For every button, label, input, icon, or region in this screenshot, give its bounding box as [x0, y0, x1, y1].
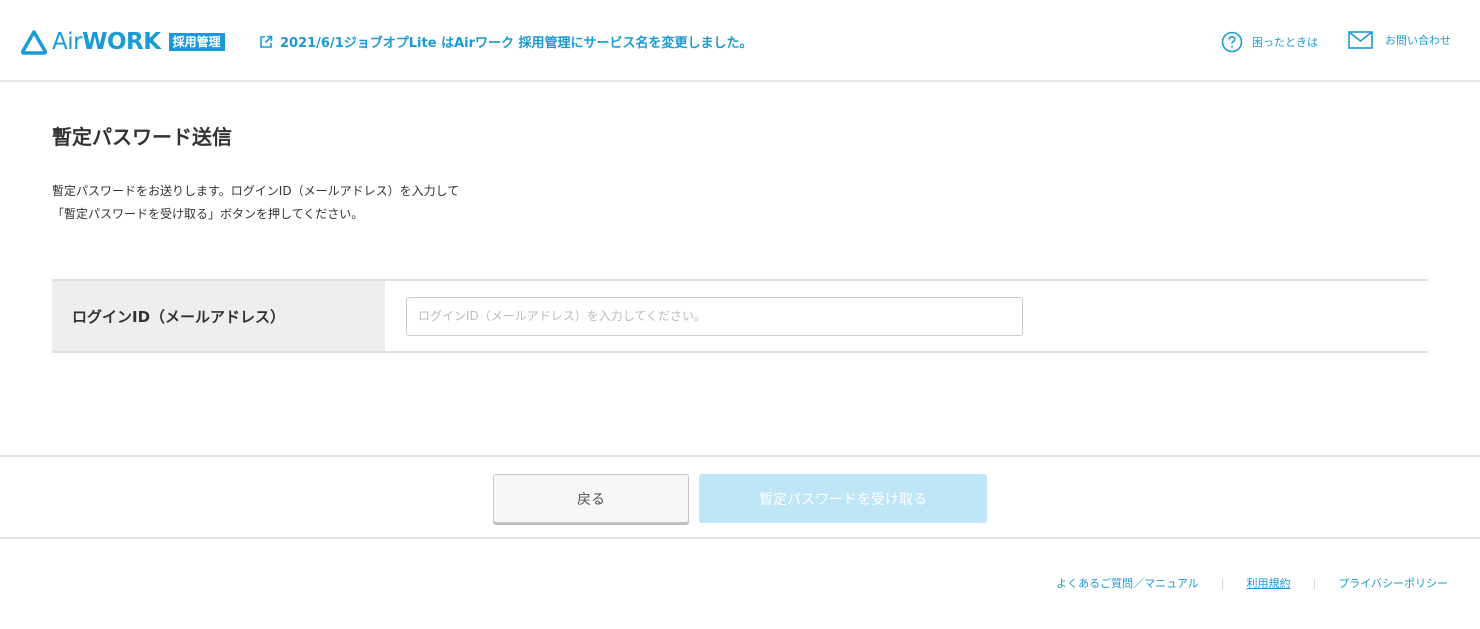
login-id-field-cell — [385, 281, 1428, 351]
receive-temporary-password-button[interactable]: 暫定パスワードを受け取る — [699, 474, 987, 523]
back-button[interactable]: 戻る — [493, 474, 689, 523]
footer-separator: | — [1220, 576, 1225, 590]
description-line: 暫定パスワードをお送りします。ログインID（メールアドレス）を入力して — [52, 184, 460, 198]
footer-links: よくあるご質問／マニュアル | 利用規約 | プライバシーポリシー — [1056, 575, 1448, 591]
action-bar: 戻る 暫定パスワードを受け取る — [0, 455, 1480, 539]
login-id-form-row: ログインID（メールアドレス） — [52, 279, 1428, 353]
contact-label: お問い合わせ — [1385, 34, 1451, 47]
login-id-input[interactable] — [406, 296, 1023, 336]
service-rename-notice-link[interactable]: 2021/6/1ジョブオプLite はAirワーク 採用管理にサービス名を変更し… — [259, 32, 753, 51]
privacy-policy-link[interactable]: プライバシーポリシー — [1338, 575, 1448, 591]
login-id-label: ログインID（メールアドレス） — [52, 281, 385, 351]
envelope-icon — [1348, 31, 1373, 49]
logo-triangle-icon — [20, 30, 48, 55]
contact-link[interactable]: お問い合わせ — [1348, 31, 1451, 49]
footer-separator: | — [1312, 576, 1317, 590]
faq-manual-link[interactable]: よくあるご質問／マニュアル — [1056, 575, 1199, 591]
notice-text: 2021/6/1ジョブオプLite はAirワーク 採用管理にサービス名を変更し… — [280, 36, 753, 51]
terms-link[interactable]: 利用規約 — [1247, 575, 1291, 591]
description-line: 「暫定パスワードを受け取る」ボタンを押してください。 — [52, 207, 364, 221]
page-title: 暫定パスワード送信 — [52, 125, 232, 149]
help-label: 困ったときは — [1252, 36, 1318, 49]
airwork-logo[interactable]: AirWORK 採用管理 — [20, 28, 225, 56]
logo-badge: 採用管理 — [168, 33, 225, 51]
question-circle-icon — [1221, 31, 1243, 53]
help-link[interactable]: 困ったときは — [1221, 31, 1318, 53]
header: AirWORK 採用管理 2021/6/1ジョブオプLite はAirワーク 採… — [0, 0, 1480, 82]
logo-text: AirWORK — [52, 29, 161, 55]
external-link-icon — [260, 35, 273, 48]
page-description: 暫定パスワードをお送りします。ログインID（メールアドレス）を入力して 「暫定パ… — [52, 180, 459, 226]
